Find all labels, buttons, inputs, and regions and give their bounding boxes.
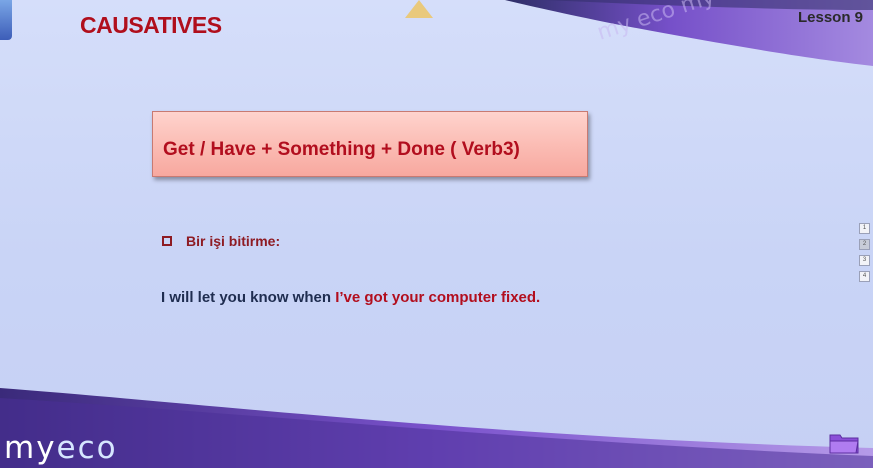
corner-app-icon[interactable] — [0, 0, 12, 40]
slide: my eco my eco CAUSATIVES Lesson 9 Get / … — [0, 0, 873, 468]
bullet-label: Bir işi bitirme: — [186, 233, 281, 249]
logo-suffix: eco — [56, 430, 118, 466]
top-triangle-marker — [405, 0, 433, 18]
nav-page-4[interactable]: 4 — [859, 271, 870, 282]
page-title: CAUSATIVES — [80, 12, 222, 38]
sentence-highlight: I’ve got your computer fixed. — [335, 289, 541, 306]
nav-page-2[interactable]: 2 — [859, 239, 870, 250]
formula-text: Get / Have + Something + Done ( Verb3) — [163, 139, 520, 160]
nav-page-1[interactable]: 1 — [859, 223, 870, 234]
sentence-plain: I will let you know when — [161, 289, 336, 306]
formula-box: Get / Have + Something + Done ( Verb3) — [152, 111, 588, 177]
logo-prefix: my — [4, 430, 57, 466]
example-sentence: I will let you know when I’ve got your c… — [161, 289, 540, 306]
bullet-item: Bir işi bitirme: — [162, 233, 280, 249]
lesson-label: Lesson 9 — [797, 9, 863, 26]
nav-page-3[interactable]: 3 — [859, 255, 870, 266]
bottom-banner — [0, 388, 873, 468]
slide-nav: 1 2 3 4 — [859, 223, 870, 282]
checkbox-bullet-icon — [162, 236, 172, 246]
folder-icon[interactable] — [829, 432, 859, 454]
myeco-logo: myeco — [4, 430, 118, 466]
